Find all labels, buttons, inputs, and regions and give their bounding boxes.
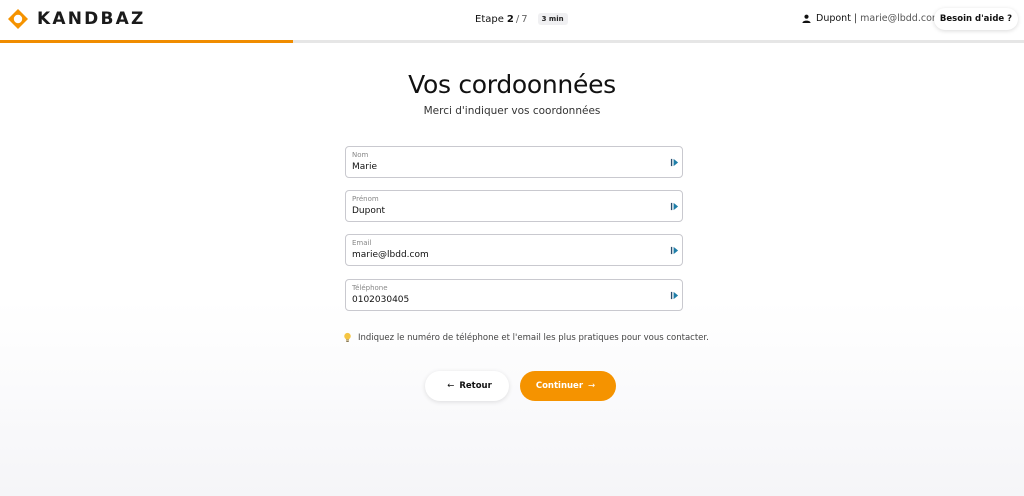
lightbulb-icon — [344, 332, 351, 342]
continue-label: Continuer — [535, 381, 584, 391]
step-separator: / — [515, 13, 520, 25]
prenom-field[interactable]: Prénom — [345, 190, 683, 222]
user-icon — [802, 14, 811, 23]
time-estimate-badge: 3 min — [537, 13, 568, 25]
back-label: Retour — [459, 381, 492, 391]
autofill-icon[interactable] — [670, 158, 679, 167]
kandbaz-logo-icon — [8, 9, 28, 29]
telephone-input[interactable] — [352, 295, 652, 305]
email-field[interactable]: Email — [345, 234, 683, 266]
arrow-left-icon: ← — [447, 381, 455, 391]
help-button[interactable]: Besoin d'aide ? — [934, 8, 1018, 30]
prenom-input[interactable] — [352, 206, 652, 216]
brand-name: KANDBAZ — [37, 9, 146, 29]
nom-field[interactable]: Nom — [345, 146, 683, 178]
top-bar: KANDBAZ Etape 2 / 7 3 min Dupont | marie… — [0, 0, 1024, 40]
arrow-right-icon: → — [588, 381, 596, 391]
nom-input[interactable] — [352, 162, 652, 172]
prenom-label: Prénom — [352, 195, 379, 203]
hint-text: Indiquez le numéro de téléphone et l'ema… — [358, 332, 709, 343]
continue-button[interactable]: Continuer → — [520, 371, 616, 401]
step-total: 7 — [521, 13, 528, 25]
step-label: Etape — [475, 13, 504, 25]
step-indicator: Etape 2 / 7 3 min — [475, 13, 568, 25]
logo[interactable]: KANDBAZ — [7, 8, 146, 30]
page-subtitle: Merci d'indiquer vos coordonnées — [423, 105, 601, 117]
progress-bar — [0, 40, 1024, 43]
nom-label: Nom — [352, 151, 369, 159]
autofill-icon[interactable] — [670, 202, 679, 211]
user-email: marie@lbdd.com — [860, 13, 942, 24]
back-button[interactable]: ← Retour — [425, 371, 509, 401]
contact-hint: Indiquez le numéro de téléphone et l'ema… — [343, 332, 709, 343]
user-info: Dupont | marie@lbdd.com — [802, 13, 941, 24]
autofill-icon[interactable] — [670, 246, 679, 255]
page-title: Vos cordoonnées — [408, 70, 616, 99]
user-name: Dupont — [816, 13, 851, 24]
progress-fill — [0, 40, 293, 43]
email-input[interactable] — [352, 250, 652, 260]
telephone-label: Téléphone — [352, 284, 388, 292]
user-separator: | — [853, 13, 858, 24]
step-current: 2 — [506, 13, 514, 25]
email-label: Email — [352, 239, 372, 247]
telephone-field[interactable]: Téléphone — [345, 279, 683, 311]
autofill-icon[interactable] — [670, 291, 679, 300]
